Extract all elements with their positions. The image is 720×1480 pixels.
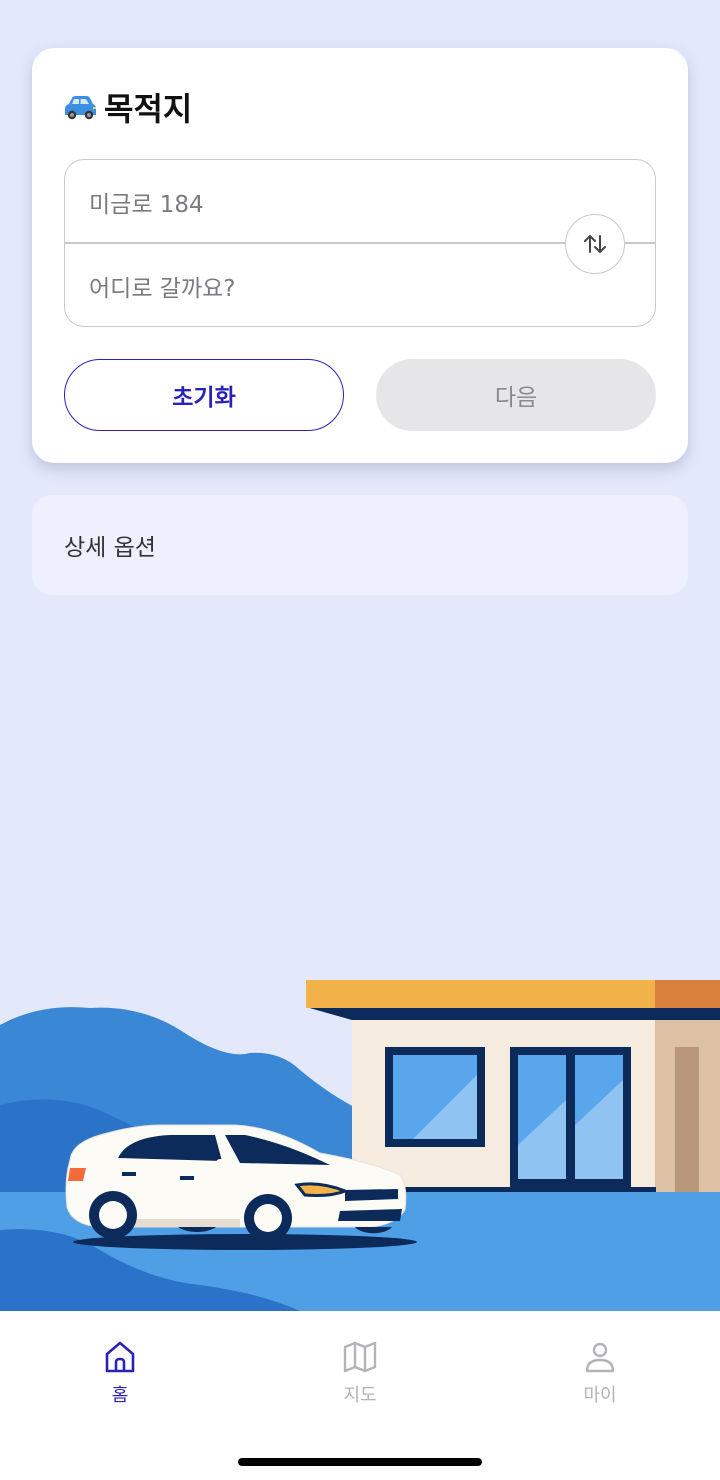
detail-options-label: 상세 옵션: [64, 535, 156, 561]
person-icon: [585, 1342, 615, 1373]
route-input-box: 미금로 184 어디로 갈까요?: [64, 159, 656, 327]
card-title: 목적지: [62, 84, 192, 130]
bottom-navigation: 홈 지도 마이: [0, 1311, 720, 1480]
nav-item-map[interactable]: 지도: [300, 1339, 420, 1407]
nav-label-map: 지도: [343, 1385, 377, 1406]
car-icon: [65, 96, 96, 120]
destination-field[interactable]: 어디로 갈까요?: [65, 244, 655, 327]
origin-value: 미금로 184: [89, 191, 204, 218]
screen: 목적지 미금로 184 어디로 갈까요? 초기화 다음 상세 옵션 홈 지도 마…: [0, 0, 720, 1480]
home-icon: [105, 1341, 135, 1373]
nav-item-my[interactable]: 마이: [540, 1339, 660, 1407]
swap-arrows-icon: [584, 235, 606, 253]
origin-field[interactable]: 미금로 184: [65, 160, 655, 243]
destination-card: 목적지 미금로 184 어디로 갈까요? 초기화 다음: [32, 48, 688, 463]
reset-button[interactable]: 초기화: [64, 359, 344, 431]
destination-placeholder: 어디로 갈까요?: [89, 275, 236, 302]
car-house-illustration: [0, 980, 720, 1311]
home-indicator: [238, 1458, 482, 1466]
nav-label-my: 마이: [583, 1385, 617, 1406]
swap-button[interactable]: [565, 214, 625, 274]
nav-label-home: 홈: [111, 1385, 129, 1406]
map-icon: [343, 1341, 377, 1373]
card-title-text: 목적지: [104, 90, 193, 128]
nav-item-home[interactable]: 홈: [60, 1339, 180, 1407]
next-button[interactable]: 다음: [376, 359, 656, 431]
detail-options[interactable]: 상세 옵션: [32, 495, 688, 595]
